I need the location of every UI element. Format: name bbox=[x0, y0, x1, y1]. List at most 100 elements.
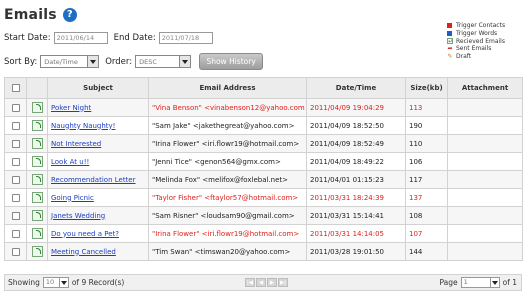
row-checkbox[interactable] bbox=[11, 211, 20, 220]
subject-link[interactable]: Look At u!! bbox=[51, 158, 89, 166]
row-checkbox-cell bbox=[4, 170, 27, 189]
email-address-cell: "Taylor Fisher" <ftaylor57@hotmail.com> bbox=[148, 188, 307, 207]
end-date-input[interactable]: 2011/07/18 bbox=[158, 32, 213, 44]
row-type-cell bbox=[26, 206, 48, 225]
page-size-select[interactable]: 10 bbox=[42, 277, 69, 288]
page-header: Emails ? bbox=[4, 7, 77, 23]
subject-cell: Janets Wedding bbox=[47, 206, 149, 225]
chevron-down-icon[interactable] bbox=[179, 56, 191, 67]
first-page-icon[interactable]: |◀ bbox=[245, 278, 255, 287]
sort-by-select[interactable]: Date/Time bbox=[40, 55, 100, 68]
showing-label: Showing bbox=[8, 278, 40, 287]
table-row[interactable]: Poker Night "Vina Benson" <vinabenson12@y… bbox=[4, 98, 523, 117]
attachment-cell bbox=[447, 98, 523, 117]
row-checkbox[interactable] bbox=[11, 193, 20, 202]
row-checkbox[interactable] bbox=[11, 121, 20, 130]
subject-link[interactable]: Naughty Naughty! bbox=[51, 122, 116, 130]
select-all-checkbox[interactable] bbox=[11, 84, 20, 92]
page-label: Page bbox=[439, 278, 458, 287]
received-email-icon bbox=[31, 120, 43, 131]
subject-link[interactable]: Not Interested bbox=[51, 140, 101, 148]
row-checkbox[interactable] bbox=[11, 103, 20, 112]
row-type-cell bbox=[26, 188, 48, 207]
subject-link[interactable]: Janets Wedding bbox=[51, 212, 105, 220]
draft-icon: ✎ bbox=[447, 53, 453, 61]
column-header-attachment[interactable]: Attachment bbox=[447, 77, 523, 99]
next-page-icon[interactable]: ▶ bbox=[267, 278, 277, 287]
show-history-button[interactable]: Show History bbox=[199, 53, 264, 70]
row-checkbox-cell bbox=[4, 116, 27, 135]
column-header-size[interactable]: Size(kb) bbox=[405, 77, 448, 99]
subject-cell: Poker Night bbox=[47, 98, 149, 117]
subject-cell: Recommendation Letter bbox=[47, 170, 149, 189]
datetime-cell: 2011/04/09 18:49:22 bbox=[306, 152, 406, 171]
received-email-icon bbox=[31, 156, 43, 167]
datetime-cell: 2011/04/09 19:04:29 bbox=[306, 98, 406, 117]
type-column-header bbox=[26, 77, 48, 99]
received-email-icon bbox=[31, 228, 43, 239]
row-checkbox[interactable] bbox=[11, 247, 20, 256]
subject-link[interactable]: Poker Night bbox=[51, 104, 91, 112]
previous-page-icon[interactable]: ◀ bbox=[256, 278, 266, 287]
attachment-cell bbox=[447, 188, 523, 207]
chevron-down-icon[interactable] bbox=[58, 278, 68, 287]
sort-by-value: Date/Time bbox=[44, 58, 78, 66]
subject-link[interactable]: Do you need a Pet? bbox=[51, 230, 119, 238]
row-checkbox-cell bbox=[4, 134, 27, 153]
table-row[interactable]: Look At u!! "Jenni Tice" <genon564@gmx.co… bbox=[4, 152, 523, 171]
received-email-icon bbox=[31, 138, 43, 149]
table-row[interactable]: Recommendation Letter "Melinda Fox" <meli… bbox=[4, 170, 523, 189]
chevron-down-icon[interactable] bbox=[489, 278, 499, 287]
row-type-cell bbox=[26, 134, 48, 153]
row-checkbox[interactable] bbox=[11, 229, 20, 238]
sent-email-icon: ➦ bbox=[447, 45, 453, 53]
received-email-icon bbox=[31, 174, 43, 185]
chevron-down-icon[interactable] bbox=[87, 56, 99, 67]
received-email-icon bbox=[31, 192, 43, 203]
received-email-icon bbox=[31, 246, 43, 257]
size-cell: 106 bbox=[405, 152, 448, 171]
table-row[interactable]: Do you need a Pet? "Irina Flower" <iri.fl… bbox=[4, 224, 523, 243]
page-size-group: Showing 10 of 9 Record(s) bbox=[5, 277, 124, 288]
row-checkbox[interactable] bbox=[11, 139, 20, 148]
legend-label: Recieved Emails bbox=[456, 37, 505, 45]
subject-link[interactable]: Meeting Cancelled bbox=[51, 248, 116, 256]
size-cell: 113 bbox=[405, 98, 448, 117]
size-cell: 190 bbox=[405, 116, 448, 135]
help-icon[interactable]: ? bbox=[62, 8, 77, 22]
page-number-select[interactable]: 1 bbox=[460, 277, 500, 288]
table-row[interactable]: Meeting Cancelled "Tim Swan" <timswan20@y… bbox=[4, 242, 523, 261]
table-header-row: Subject Email Address Date/Time Size(kb)… bbox=[4, 77, 523, 99]
last-page-icon[interactable]: ▶| bbox=[278, 278, 288, 287]
row-type-cell bbox=[26, 242, 48, 261]
subject-link[interactable]: Going Picnic bbox=[51, 194, 94, 202]
column-header-datetime[interactable]: Date/Time bbox=[306, 77, 406, 99]
size-cell: 144 bbox=[405, 242, 448, 261]
legend-item-sent-emails: ➦ Sent Emails bbox=[447, 45, 505, 53]
datetime-cell: 2011/04/01 01:15:23 bbox=[306, 170, 406, 189]
attachment-cell bbox=[447, 134, 523, 153]
datetime-cell: 2011/03/31 14:14:05 bbox=[306, 224, 406, 243]
table-row[interactable]: Naughty Naughty! "Sam Jake" <jakethegreat… bbox=[4, 116, 523, 135]
subject-cell: Not Interested bbox=[47, 134, 149, 153]
row-checkbox[interactable] bbox=[11, 157, 20, 166]
row-checkbox[interactable] bbox=[11, 175, 20, 184]
column-header-subject[interactable]: Subject bbox=[47, 77, 149, 99]
order-select[interactable]: DESC bbox=[135, 55, 192, 68]
column-header-email[interactable]: Email Address bbox=[148, 77, 307, 99]
received-email-icon bbox=[31, 210, 43, 221]
legend-label: Trigger Words bbox=[456, 29, 498, 37]
attachment-cell bbox=[447, 224, 523, 243]
page-number-value: 1 bbox=[463, 278, 468, 286]
start-date-input[interactable]: 2011/06/14 bbox=[53, 32, 108, 44]
received-email-icon bbox=[31, 102, 43, 113]
blue-square-icon bbox=[447, 31, 452, 37]
table-row[interactable]: Janets Wedding "Sam Risner" <loudsam90@gm… bbox=[4, 206, 523, 225]
table-row[interactable]: Not Interested "Irina Flower" <iri.flowr1… bbox=[4, 134, 523, 153]
subject-link[interactable]: Recommendation Letter bbox=[51, 176, 136, 184]
table-row[interactable]: Going Picnic "Taylor Fisher" <ftaylor57@h… bbox=[4, 188, 523, 207]
datetime-cell: 2011/03/31 18:24:39 bbox=[306, 188, 406, 207]
pager-bar: Showing 10 of 9 Record(s) |◀ ◀ ▶ ▶| Page… bbox=[4, 274, 522, 291]
size-cell: 137 bbox=[405, 188, 448, 207]
row-type-cell bbox=[26, 170, 48, 189]
